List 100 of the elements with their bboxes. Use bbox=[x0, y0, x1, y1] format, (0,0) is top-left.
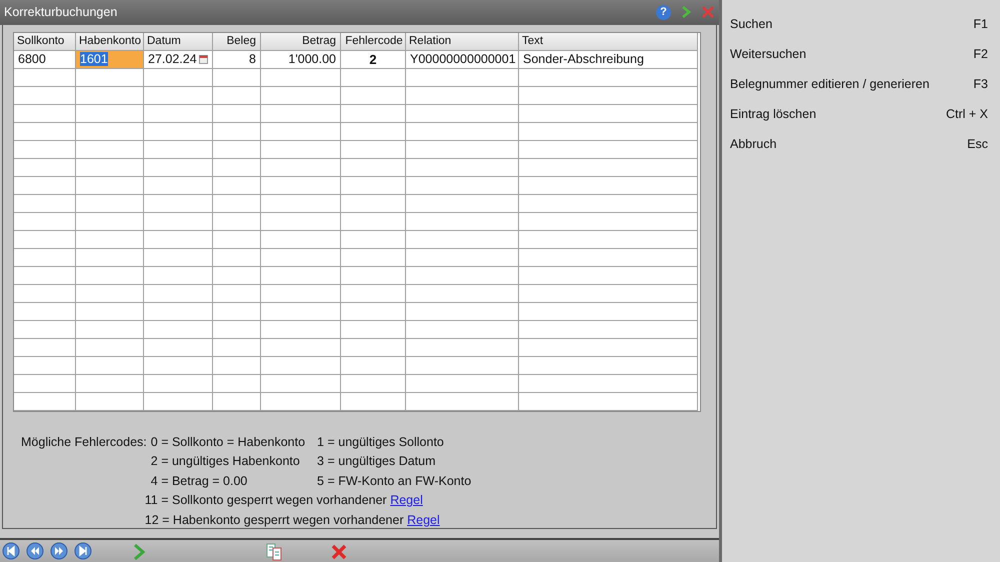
empty-cell[interactable] bbox=[261, 392, 341, 411]
empty-cell[interactable] bbox=[519, 68, 698, 87]
empty-cell[interactable] bbox=[14, 320, 76, 339]
empty-cell[interactable] bbox=[519, 212, 698, 231]
empty-cell[interactable] bbox=[261, 230, 341, 249]
empty-cell[interactable] bbox=[406, 86, 519, 105]
empty-cell[interactable] bbox=[261, 356, 341, 375]
empty-cell[interactable] bbox=[144, 212, 213, 231]
empty-cell[interactable] bbox=[261, 248, 341, 267]
empty-cell[interactable] bbox=[144, 176, 213, 195]
empty-cell[interactable] bbox=[144, 122, 213, 141]
empty-cell[interactable] bbox=[76, 212, 144, 231]
empty-cell[interactable] bbox=[213, 266, 261, 285]
empty-cell[interactable] bbox=[261, 122, 341, 141]
empty-cell[interactable] bbox=[406, 302, 519, 321]
empty-cell[interactable] bbox=[519, 122, 698, 141]
empty-cell[interactable] bbox=[261, 86, 341, 105]
empty-cell[interactable] bbox=[144, 374, 213, 393]
empty-cell[interactable] bbox=[144, 248, 213, 267]
empty-cell[interactable] bbox=[144, 338, 213, 357]
empty-cell[interactable] bbox=[406, 176, 519, 195]
empty-cell[interactable] bbox=[213, 302, 261, 321]
empty-cell[interactable] bbox=[341, 392, 406, 411]
empty-cell[interactable] bbox=[406, 212, 519, 231]
column-header[interactable]: Beleg bbox=[213, 32, 261, 51]
navigation-icon[interactable] bbox=[74, 542, 92, 560]
documents-icon[interactable] bbox=[265, 542, 283, 562]
empty-cell[interactable] bbox=[261, 104, 341, 123]
empty-cell[interactable] bbox=[341, 104, 406, 123]
empty-cell[interactable] bbox=[213, 248, 261, 267]
empty-cell[interactable] bbox=[406, 356, 519, 375]
navigation-icon[interactable] bbox=[50, 542, 68, 560]
empty-cell[interactable] bbox=[519, 140, 698, 159]
empty-cell[interactable] bbox=[144, 320, 213, 339]
empty-cell[interactable] bbox=[14, 176, 76, 195]
empty-cell[interactable] bbox=[14, 158, 76, 177]
empty-cell[interactable] bbox=[341, 248, 406, 267]
empty-cell[interactable] bbox=[76, 158, 144, 177]
empty-cell[interactable] bbox=[76, 230, 144, 249]
empty-cell[interactable] bbox=[144, 356, 213, 375]
empty-cell[interactable] bbox=[406, 248, 519, 267]
empty-cell[interactable] bbox=[76, 374, 144, 393]
empty-cell[interactable] bbox=[213, 338, 261, 357]
empty-cell[interactable] bbox=[261, 284, 341, 303]
empty-cell[interactable] bbox=[76, 392, 144, 411]
empty-cell[interactable] bbox=[406, 392, 519, 411]
table-cell[interactable]: 8 bbox=[213, 50, 261, 69]
empty-cell[interactable] bbox=[213, 140, 261, 159]
empty-cell[interactable] bbox=[76, 320, 144, 339]
empty-cell[interactable] bbox=[341, 374, 406, 393]
empty-cell[interactable] bbox=[406, 158, 519, 177]
empty-cell[interactable] bbox=[144, 194, 213, 213]
empty-cell[interactable] bbox=[14, 140, 76, 159]
empty-cell[interactable] bbox=[76, 338, 144, 357]
empty-cell[interactable] bbox=[213, 194, 261, 213]
empty-cell[interactable] bbox=[519, 374, 698, 393]
empty-cell[interactable] bbox=[261, 158, 341, 177]
empty-cell[interactable] bbox=[261, 194, 341, 213]
empty-cell[interactable] bbox=[261, 374, 341, 393]
column-header[interactable]: Sollkonto bbox=[14, 32, 76, 51]
table-cell[interactable]: Y00000000000001 bbox=[406, 50, 519, 69]
empty-cell[interactable] bbox=[213, 212, 261, 231]
calendar-icon[interactable] bbox=[199, 54, 208, 64]
empty-cell[interactable] bbox=[341, 284, 406, 303]
delete-icon[interactable] bbox=[330, 542, 348, 562]
empty-cell[interactable] bbox=[76, 140, 144, 159]
empty-cell[interactable] bbox=[144, 392, 213, 411]
empty-cell[interactable] bbox=[213, 158, 261, 177]
column-header[interactable]: Betrag bbox=[261, 32, 341, 51]
empty-cell[interactable] bbox=[341, 122, 406, 141]
empty-cell[interactable] bbox=[519, 320, 698, 339]
empty-cell[interactable] bbox=[406, 194, 519, 213]
empty-cell[interactable] bbox=[406, 338, 519, 357]
table-cell[interactable]: 1601 bbox=[76, 50, 144, 69]
empty-cell[interactable] bbox=[341, 230, 406, 249]
empty-cell[interactable] bbox=[14, 284, 76, 303]
empty-cell[interactable] bbox=[261, 140, 341, 159]
empty-cell[interactable] bbox=[76, 266, 144, 285]
empty-cell[interactable] bbox=[519, 176, 698, 195]
help-button[interactable]: ? bbox=[656, 4, 671, 20]
empty-cell[interactable] bbox=[261, 212, 341, 231]
column-header[interactable]: Text bbox=[519, 32, 698, 51]
empty-cell[interactable] bbox=[144, 302, 213, 321]
empty-cell[interactable] bbox=[341, 338, 406, 357]
empty-cell[interactable] bbox=[406, 68, 519, 87]
empty-cell[interactable] bbox=[144, 266, 213, 285]
empty-cell[interactable] bbox=[14, 266, 76, 285]
empty-cell[interactable] bbox=[261, 68, 341, 87]
empty-cell[interactable] bbox=[14, 122, 76, 141]
column-header[interactable]: Relation bbox=[406, 32, 519, 51]
empty-cell[interactable] bbox=[519, 266, 698, 285]
empty-cell[interactable] bbox=[213, 284, 261, 303]
empty-cell[interactable] bbox=[519, 392, 698, 411]
table-cell[interactable]: 2 bbox=[341, 50, 406, 69]
empty-cell[interactable] bbox=[14, 392, 76, 411]
rule-link[interactable]: Regel bbox=[407, 512, 440, 527]
empty-cell[interactable] bbox=[213, 392, 261, 411]
empty-cell[interactable] bbox=[76, 176, 144, 195]
empty-cell[interactable] bbox=[406, 266, 519, 285]
empty-cell[interactable] bbox=[261, 302, 341, 321]
